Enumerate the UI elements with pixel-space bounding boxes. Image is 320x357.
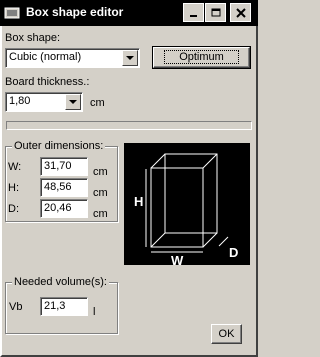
- depth-label: D:: [8, 203, 19, 215]
- box-shape-value: Cubic (normal): [9, 51, 82, 63]
- dropdown-button[interactable]: [122, 50, 138, 66]
- ok-label: OK: [218, 328, 235, 340]
- h-letter: H: [134, 194, 143, 209]
- height-label: H:: [8, 182, 19, 194]
- height-field[interactable]: 48,56: [40, 178, 88, 197]
- optimum-button[interactable]: Optimum: [152, 46, 251, 69]
- depth-field[interactable]: 20,46: [40, 199, 88, 218]
- box-diagram-icon: H W D: [134, 153, 238, 268]
- minimize-icon: [189, 14, 197, 17]
- outer-dimensions-legend: Outer dimensions:: [12, 140, 106, 152]
- height-value: 48,56: [44, 181, 72, 193]
- close-button[interactable]: [230, 3, 251, 22]
- box-shape-select[interactable]: Cubic (normal): [5, 48, 140, 68]
- depth-value: 20,46: [44, 202, 72, 214]
- vb-unit: l: [93, 306, 96, 318]
- width-field[interactable]: 31,70: [40, 157, 88, 176]
- width-unit: cm: [93, 166, 108, 178]
- vb-label: Vb: [9, 301, 23, 313]
- box-preview: H W D: [124, 143, 250, 268]
- maximize-icon: [211, 8, 220, 16]
- height-unit: cm: [93, 187, 108, 199]
- d-letter: D: [229, 245, 238, 260]
- close-icon: [235, 7, 246, 18]
- depth-unit: cm: [93, 208, 108, 220]
- ok-button[interactable]: OK: [211, 324, 242, 344]
- chevron-down-icon: [126, 55, 134, 60]
- minimize-button[interactable]: [183, 3, 204, 22]
- board-thickness-unit: cm: [90, 97, 105, 109]
- title-bar[interactable]: Box shape editor: [0, 0, 258, 26]
- dropdown-button[interactable]: [65, 94, 81, 110]
- chevron-down-icon: [69, 99, 77, 104]
- board-thickness-value: 1,80: [9, 95, 31, 107]
- box-shape-label: Box shape:: [5, 32, 61, 44]
- app-icon: [4, 7, 20, 19]
- needed-volume-legend: Needed volume(s):: [12, 276, 109, 288]
- w-letter: W: [171, 253, 184, 265]
- board-thickness-label: Board thickness.:: [5, 76, 90, 88]
- board-thickness-select[interactable]: 1,80: [5, 92, 83, 112]
- width-label: W:: [8, 161, 22, 173]
- maximize-button[interactable]: [205, 3, 226, 22]
- optimum-label: Optimum: [164, 50, 239, 64]
- progress-bar: [6, 121, 252, 130]
- vb-field[interactable]: 21,3: [40, 297, 88, 316]
- vb-value: 21,3: [44, 300, 66, 312]
- window-title: Box shape editor: [26, 5, 124, 19]
- width-value: 31,70: [44, 160, 72, 172]
